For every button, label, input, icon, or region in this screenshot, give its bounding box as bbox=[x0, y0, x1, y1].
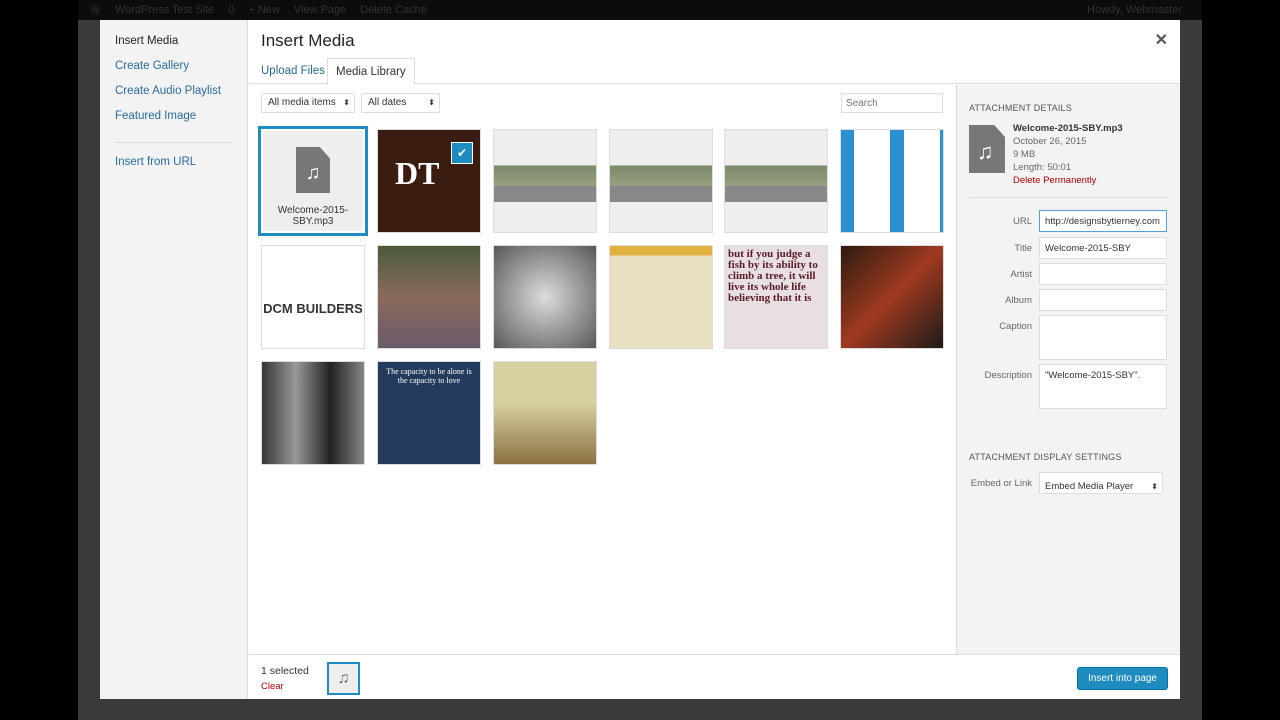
attachment-thumbnail[interactable] bbox=[377, 245, 481, 349]
display-settings-heading: Attachment Display Settings bbox=[969, 452, 1122, 462]
thumbnail-text: DCM BUILDERS bbox=[263, 301, 363, 316]
attachment-size: 9 MB bbox=[1013, 149, 1036, 160]
attachment-thumbnail[interactable] bbox=[609, 129, 713, 233]
tab-media-library[interactable]: Media Library bbox=[327, 58, 415, 85]
thumbnail-text: The capacity to be alone is the capacity… bbox=[386, 367, 472, 385]
router-tabs: Upload Files Media Library bbox=[249, 56, 1180, 85]
howdy-user[interactable]: Howdy, Webmaster bbox=[1087, 4, 1182, 16]
tab-upload-files[interactable]: Upload Files bbox=[253, 58, 333, 85]
clear-selection-link[interactable]: Clear bbox=[261, 681, 284, 692]
close-icon[interactable]: ✕ bbox=[1155, 30, 1168, 50]
search-input[interactable] bbox=[841, 93, 943, 113]
menu-create-gallery[interactable]: Create Gallery bbox=[100, 59, 247, 84]
embed-select[interactable]: Embed Media Player bbox=[1039, 472, 1163, 494]
menu-create-audio-playlist[interactable]: Create Audio Playlist bbox=[100, 84, 247, 109]
divider bbox=[969, 197, 1168, 198]
insert-into-page-button[interactable]: Insert into page bbox=[1077, 667, 1168, 690]
attachment-thumbnail[interactable]: The capacity to be alone is the capacity… bbox=[377, 361, 481, 465]
description-field[interactable]: "Welcome-2015-SBY". bbox=[1039, 364, 1167, 409]
view-page-link[interactable]: View Page bbox=[294, 4, 346, 16]
insert-media-modal: Insert Media Create Gallery Create Audio… bbox=[100, 20, 1180, 699]
menu-featured-image[interactable]: Featured Image bbox=[100, 109, 247, 134]
attachment-thumbnail[interactable] bbox=[609, 245, 713, 349]
attachment-details-heading: Attachment Details bbox=[969, 103, 1072, 113]
media-toolbar: 1 selected Clear ♫ Insert into page bbox=[249, 654, 1180, 699]
artist-field[interactable] bbox=[1039, 263, 1167, 285]
attachment-thumbnail[interactable] bbox=[724, 129, 828, 233]
attachment-thumbnail[interactable] bbox=[840, 245, 944, 349]
menu-insert-media[interactable]: Insert Media bbox=[100, 34, 247, 59]
site-link[interactable]: WordPress Test Site bbox=[115, 4, 214, 16]
attachment-thumbnail[interactable] bbox=[493, 129, 597, 233]
media-type-filter[interactable]: All media items bbox=[261, 93, 355, 113]
album-field[interactable] bbox=[1039, 289, 1167, 311]
audio-file-icon: ♫ bbox=[296, 147, 330, 193]
attachment-thumbnail[interactable]: DCM BUILDERS bbox=[261, 245, 365, 349]
attachment-thumbnail[interactable]: ♫ Welcome-2015-SBY.mp3 bbox=[261, 129, 365, 233]
attachment-filename: Welcome-2015-SBY.mp3 bbox=[1013, 123, 1123, 134]
checkmark-icon[interactable]: ✔ bbox=[452, 143, 472, 163]
date-filter[interactable]: All dates bbox=[361, 93, 440, 113]
wp-logo-icon[interactable]: Ⓦ bbox=[90, 2, 101, 18]
attachment-details-sidebar: Attachment Details ♫ Welcome-2015-SBY.mp… bbox=[956, 85, 1180, 654]
delete-cache-link[interactable]: Delete Cache bbox=[360, 4, 427, 16]
menu-divider bbox=[115, 142, 232, 143]
selection-count: 1 selected bbox=[261, 665, 309, 677]
thumbnail-filename: Welcome-2015-SBY.mp3 bbox=[277, 205, 349, 227]
delete-permanently-link[interactable]: Delete Permanently bbox=[1013, 174, 1123, 187]
attachment-thumbnail[interactable]: but if you judge a fish by its ability t… bbox=[724, 245, 828, 349]
thumbnail-text: but if you judge a fish by its ability t… bbox=[728, 248, 818, 304]
audio-file-icon: ♫ bbox=[969, 125, 1005, 173]
media-menu: Insert Media Create Gallery Create Audio… bbox=[100, 20, 248, 699]
attachment-thumbnail[interactable] bbox=[493, 245, 597, 349]
attachment-thumbnail[interactable] bbox=[493, 361, 597, 465]
attachment-thumbnail[interactable] bbox=[840, 129, 944, 233]
caption-field[interactable] bbox=[1039, 315, 1167, 360]
attachment-thumbnail[interactable] bbox=[261, 361, 365, 465]
url-field[interactable]: http://designsbytierney.com bbox=[1039, 210, 1167, 232]
selected-thumbnail-audio-icon[interactable]: ♫ bbox=[327, 662, 360, 695]
attachment-date: October 26, 2015 bbox=[1013, 136, 1087, 147]
new-link[interactable]: + New bbox=[248, 4, 280, 16]
admin-bar: Ⓦ WordPress Test Site 0 + New View Page … bbox=[78, 0, 1202, 20]
modal-title: Insert Media bbox=[261, 31, 355, 50]
title-field[interactable]: Welcome-2015-SBY bbox=[1039, 237, 1167, 259]
attachment-length: Length: 50:01 bbox=[1013, 162, 1072, 173]
menu-insert-from-url[interactable]: Insert from URL bbox=[100, 155, 247, 180]
comments-link[interactable]: 0 bbox=[228, 4, 234, 16]
